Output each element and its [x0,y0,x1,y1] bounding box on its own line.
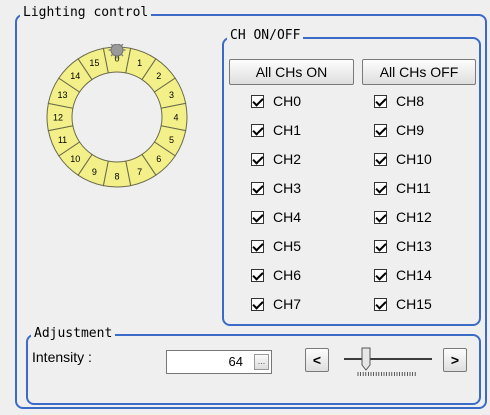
checked-checkbox-icon[interactable] [251,152,264,166]
checked-checkbox-icon[interactable] [374,123,387,137]
channel-checkbox-ch14[interactable]: CH14 [374,265,432,285]
channel-checkbox-ch8[interactable]: CH8 [374,91,424,111]
channel-checkbox-ch2[interactable]: CH2 [251,149,301,169]
channel-label: CH12 [396,209,432,225]
checked-checkbox-icon[interactable] [251,210,264,224]
lighting-control-title: Lighting control [20,6,152,20]
channel-checkbox-ch10[interactable]: CH10 [374,149,432,169]
ring-segment-label: 2 [156,71,161,81]
intensity-ellipsis-button[interactable]: ... [254,354,269,370]
all-chs-off-button[interactable]: All CHs OFF [362,59,476,85]
ring-segment-label: 11 [58,135,67,145]
marker-ray [120,44,124,47]
checked-checkbox-icon[interactable] [374,268,387,282]
channel-checkbox-ch3[interactable]: CH3 [251,178,301,198]
adjustment-title: Adjustment [31,327,116,341]
ring-segment-label: 13 [57,90,67,100]
channel-checkbox-ch7[interactable]: CH7 [251,294,301,314]
intensity-label: Intensity : [32,349,92,365]
channel-checkbox-ch9[interactable]: CH9 [374,120,424,140]
checked-checkbox-icon[interactable] [374,297,387,311]
channel-label: CH8 [396,93,425,109]
channel-checkbox-ch4[interactable]: CH4 [251,207,301,227]
channel-label: CH13 [396,238,432,254]
channel-label: CH2 [273,151,302,167]
channel-checkbox-ch0[interactable]: CH0 [251,91,301,111]
checked-checkbox-icon[interactable] [251,268,264,282]
decrease-button[interactable]: < [305,348,329,372]
checked-checkbox-icon[interactable] [374,152,387,166]
channel-checkbox-ch12[interactable]: CH12 [374,207,432,227]
ch-onoff-title: CH ON/OFF [227,29,304,43]
checked-checkbox-icon[interactable] [251,239,264,253]
checked-checkbox-icon[interactable] [251,181,264,195]
checked-checkbox-icon[interactable] [251,297,264,311]
marker-ray [110,44,114,47]
ring-segment-label: 14 [70,71,80,81]
ring-segment-label: 1 [137,58,142,68]
channel-checkbox-ch5[interactable]: CH5 [251,236,301,256]
channel-label: CH7 [273,296,302,312]
channel-label: CH3 [273,180,302,196]
slider-thumb[interactable] [361,347,371,371]
channel-label: CH11 [396,180,431,196]
checked-checkbox-icon[interactable] [251,94,264,108]
light-segment-ring: 0123456789101112131415 [46,44,188,188]
channel-label: CH14 [396,267,432,283]
ring-segment-label: 9 [92,167,97,177]
ring-segment-label: 12 [53,113,63,123]
channel-checkbox-ch1[interactable]: CH1 [251,120,301,140]
channel-label: CH5 [273,238,302,254]
ring-segment-label: 10 [70,154,80,164]
channel-label: CH0 [273,93,302,109]
ring-segment-label: 6 [156,154,161,164]
ring-segment-label: 7 [137,167,142,177]
channel-checkbox-ch6[interactable]: CH6 [251,265,301,285]
channel-label: CH4 [273,209,302,225]
ring-position-marker-icon [110,44,124,57]
checked-checkbox-icon[interactable] [251,123,264,137]
checked-checkbox-icon[interactable] [374,94,387,108]
channel-label: CH15 [396,296,432,312]
checked-checkbox-icon[interactable] [374,210,387,224]
channel-label: CH10 [396,151,432,167]
ring-segment-label: 8 [114,172,119,182]
checked-checkbox-icon[interactable] [374,239,387,253]
channel-checkbox-ch13[interactable]: CH13 [374,236,432,256]
channel-label: CH1 [273,122,302,138]
ring-segment-label: 3 [169,90,174,100]
ring-segment-label: 15 [89,58,99,68]
channel-label: CH9 [396,122,425,138]
intensity-slider[interactable] [340,346,436,380]
channel-checkbox-ch15[interactable]: CH15 [374,294,432,314]
all-chs-on-button[interactable]: All CHs ON [229,59,354,85]
channel-checkbox-ch11[interactable]: CH11 [374,178,431,198]
checked-checkbox-icon[interactable] [374,181,387,195]
ring-segment-label: 4 [173,113,178,123]
ring-segment-label: 5 [169,135,174,145]
increase-button[interactable]: > [443,348,467,372]
channel-label: CH6 [273,267,302,283]
